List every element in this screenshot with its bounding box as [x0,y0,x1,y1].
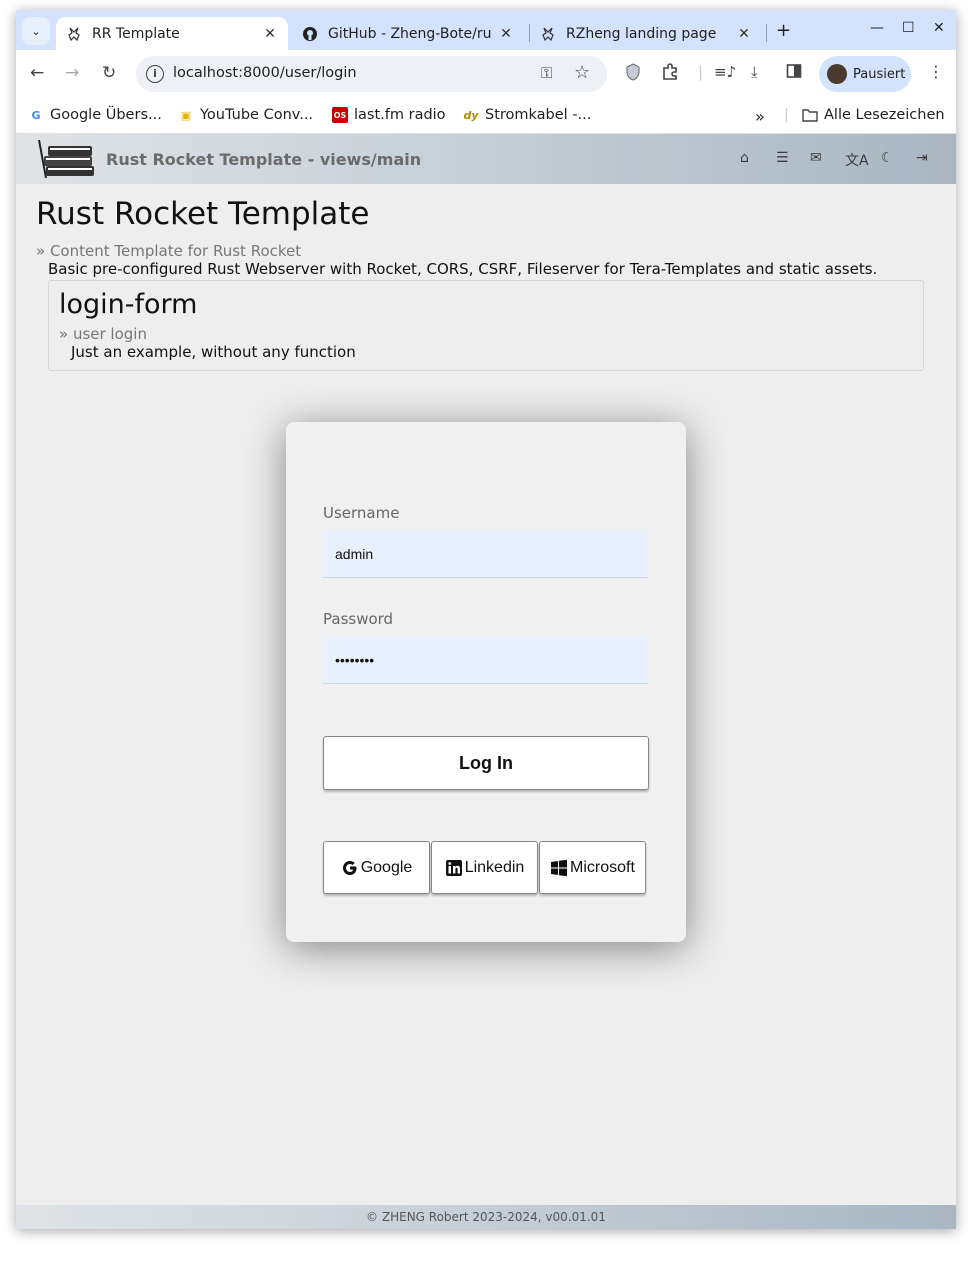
close-tab-icon[interactable]: ✕ [260,26,280,42]
page-viewport: Rust Rocket Template - views/main ⌂ ☰ ✉ … [16,134,956,1229]
page-title: Rust Rocket Template [36,196,370,232]
tab-separator [766,24,767,42]
rabbit-icon [540,26,556,42]
github-icon [302,26,318,42]
bookmark-label: Alle Lesezeichen [824,107,945,123]
download-icon[interactable]: ⤓ [751,63,758,81]
dy-icon: dy [463,108,479,122]
bookmark-stromkabel[interactable]: dy Stromkabel -... [463,107,591,123]
card-subtitle: » user login [59,325,147,343]
forward-arrow-icon[interactable]: → [65,63,79,83]
tab-title: RZheng landing page [566,25,717,42]
all-bookmarks-folder[interactable]: Alle Lesezeichen [802,107,945,123]
rabbit-icon [66,26,82,42]
translate-icon[interactable]: 文A [845,150,869,170]
home-icon[interactable]: ⌂ [740,150,749,166]
card-description: Just an example, without any function [71,343,356,361]
moon-icon[interactable]: ☾ [881,150,894,166]
info-card: login-form » user login Just an example,… [48,280,924,371]
reload-icon[interactable]: ↻ [102,63,116,83]
login-form: Username Password Log In Google Linkedin [286,422,686,942]
sso-label: Linkedin [464,858,525,876]
back-arrow-icon[interactable]: ← [30,63,44,83]
bookmark-star-icon[interactable]: ☆ [574,62,590,83]
sso-label: Google [360,858,413,876]
google-login-button[interactable]: Google [323,841,430,894]
books-logo-icon[interactable] [36,138,98,180]
sso-label: Microsoft [570,858,635,876]
tab-strip: ⌄ RR Template ✕ GitHub - Zheng-Bote/ru ✕… [16,10,956,50]
card-title: login-form [59,289,198,320]
address-bar[interactable]: i localhost:8000/user/login ⚿ ☆ [136,56,607,92]
username-field[interactable] [323,530,648,578]
info-icon[interactable]: i [146,65,164,83]
app-title[interactable]: Rust Rocket Template - views/main [106,150,421,169]
linkedin-icon [445,859,463,877]
side-panel-icon[interactable] [786,63,802,83]
avatar [827,64,847,84]
bookmark-google-translate[interactable]: G Google Übers... [28,107,162,123]
logout-icon[interactable]: ⇥ [916,150,928,166]
linkedin-login-button[interactable]: Linkedin [431,841,538,894]
tab-github[interactable]: GitHub - Zheng-Bote/ru ✕ [292,17,524,50]
bookmarks-bar: G Google Übers... ▣ YouTube Conv... OS l… [16,98,956,134]
chevron-down-icon: ⌄ [31,24,41,38]
bookmark-label: Stromkabel -... [485,107,592,123]
bookmark-youtube-conv[interactable]: ▣ YouTube Conv... [178,107,313,123]
windows-icon [550,859,568,877]
google-icon: G [31,108,41,122]
page-subtitle: » Content Template for Rust Rocket [36,242,302,260]
list-icon[interactable]: ☰ [776,150,789,166]
browser-toolbar: ← → ↻ i localhost:8000/user/login ⚿ ☆ | … [16,50,956,98]
video-icon: ▣ [180,108,192,122]
more-bookmarks-icon[interactable]: » [755,107,765,126]
bookmark-lastfm[interactable]: OS last.fm radio [332,107,446,123]
password-label: Password [323,610,394,628]
login-button[interactable]: Log In [323,736,649,790]
bookmark-label: YouTube Conv... [200,107,314,123]
more-menu-icon[interactable]: ⋮ [928,62,944,81]
toolbar-divider: | [698,63,704,81]
username-label: Username [323,504,400,522]
minimize-icon[interactable]: — [870,20,884,36]
close-tab-icon[interactable]: ✕ [734,26,754,42]
extensions-icon[interactable] [661,63,679,85]
tab-rr-template[interactable]: RR Template ✕ [56,17,288,50]
close-window-icon[interactable]: ✕ [933,20,945,36]
bookmarks-divider: | [784,107,789,123]
mail-icon[interactable]: ✉ [810,150,822,166]
shield-extension-icon[interactable] [625,63,641,85]
url-text[interactable]: localhost:8000/user/login [173,65,357,81]
new-tab-icon[interactable]: + [776,20,791,41]
browser-window: ⌄ RR Template ✕ GitHub - Zheng-Bote/ru ✕… [16,10,956,1229]
page-description: Basic pre-configured Rust Webserver with… [48,260,878,278]
tab-title: GitHub - Zheng-Bote/ru [328,25,492,42]
profile-button[interactable]: Pausiert [819,56,911,92]
tab-rzheng[interactable]: RZheng landing page ✕ [530,17,762,50]
tab-search-button[interactable]: ⌄ [22,17,50,45]
password-field[interactable] [323,636,648,684]
lastfm-icon: OS [332,107,348,123]
microsoft-login-button[interactable]: Microsoft [539,841,646,894]
bookmark-label: last.fm radio [354,107,446,123]
key-icon[interactable]: ⚿ [541,64,552,82]
media-queue-icon[interactable]: ≡♪ [714,63,736,81]
close-tab-icon[interactable]: ✕ [496,26,516,42]
folder-icon [802,107,818,123]
page-footer: © ZHENG Robert 2023-2024, v00.01.01 [16,1205,956,1229]
bookmark-label: Google Übers... [50,107,162,123]
profile-label: Pausiert [853,66,906,82]
maximize-icon[interactable]: ☐ [902,20,915,36]
tab-title: RR Template [92,25,180,42]
google-g-icon [341,859,359,877]
app-header: Rust Rocket Template - views/main ⌂ ☰ ✉ … [16,134,956,184]
